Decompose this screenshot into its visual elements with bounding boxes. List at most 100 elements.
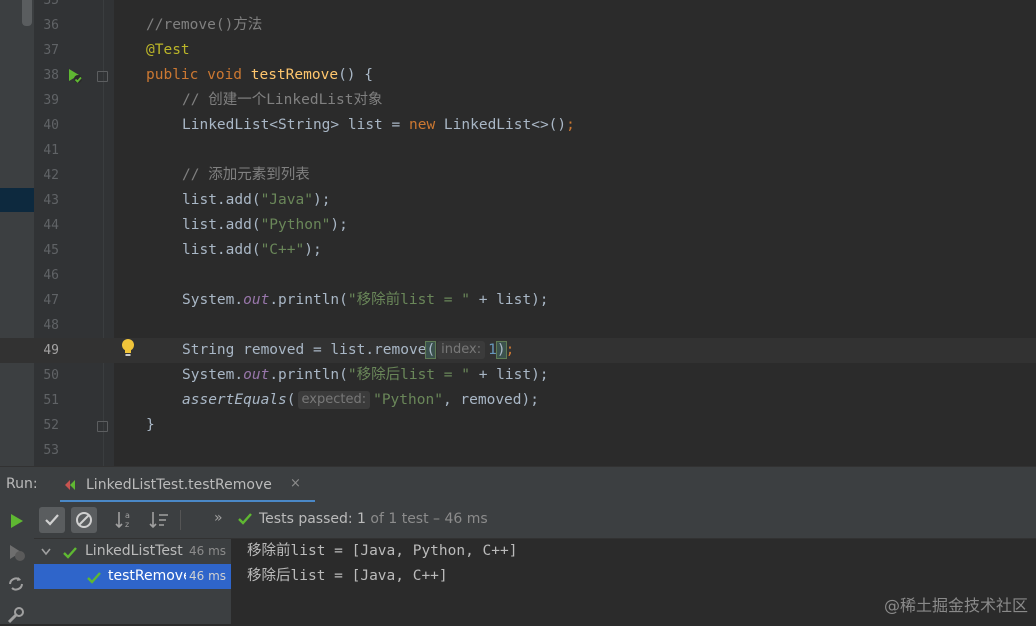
code-line-37: @Test [146, 42, 190, 58]
line-number: 47 [43, 293, 59, 308]
static-field: out [243, 367, 270, 383]
rerun-failed-icon[interactable] [5, 541, 27, 563]
code-text: list.add( [182, 217, 261, 233]
close-icon[interactable]: × [290, 476, 301, 491]
checkmark-icon [45, 514, 59, 526]
code-text: System. [182, 292, 244, 308]
line-number: 45 [43, 243, 59, 258]
line-number: 41 [43, 143, 59, 158]
check-pass-icon [238, 513, 252, 525]
project-panel-strip [0, 0, 34, 466]
code-line-44: list.add("Python"); [182, 213, 348, 238]
code-text: ); [330, 217, 348, 233]
code-text: System. [182, 367, 244, 383]
run-tab-title: LinkedListTest.testRemove [86, 477, 272, 493]
tests-status: Tests passed: 1 of 1 test – 46 ms [259, 511, 488, 527]
code-line-49: String removed = list.remove(index: 1); [182, 338, 514, 363]
code-line-36: //remove()方法 [146, 17, 263, 33]
line-number: 48 [43, 318, 59, 333]
line-number: 42 [43, 168, 59, 183]
tree-row-class[interactable]: LinkedListTest 46 ms [34, 539, 231, 564]
test-tree: LinkedListTest 46 ms testRemove 46 ms [34, 539, 232, 624]
line-number: 51 [43, 393, 59, 408]
line-number-current: 49 [43, 343, 59, 358]
show-passed-toggle[interactable] [39, 507, 65, 533]
lightbulb-icon[interactable] [120, 338, 136, 358]
code-line-52: } [146, 417, 155, 433]
run-label: Run: [6, 476, 38, 492]
string-literal: "Python" [373, 392, 443, 408]
gutter-divider [103, 0, 104, 466]
keyword: new [408, 117, 436, 133]
line-number: 38 [43, 68, 59, 83]
svg-text:z: z [125, 520, 129, 529]
line-number: 50 [43, 368, 59, 383]
code-text: + list); [469, 292, 549, 308]
tests-passed-count: Tests passed: 1 [259, 511, 366, 527]
check-pass-icon [87, 572, 101, 584]
line-number: 39 [43, 93, 59, 108]
code-text: , removed); [442, 392, 539, 408]
code-editor[interactable]: 35 36 37 38 39 40 41 42 43 44 45 46 47 4… [0, 0, 1036, 466]
keyword: public void [146, 67, 251, 83]
code-line-40: LinkedList<String> list = new LinkedList… [182, 113, 575, 138]
code-text: LinkedList<String> list = [182, 117, 409, 133]
code-line-45: list.add("C++"); [182, 238, 322, 263]
code-line-39: // 创建一个LinkedList对象 [182, 92, 383, 108]
run-test-gutter-icon[interactable] [66, 67, 84, 85]
sort-by-duration-icon[interactable] [148, 510, 170, 530]
rerun-icon[interactable] [5, 510, 27, 532]
tests-total-duration: of 1 test – 46 ms [365, 511, 488, 527]
code-text: .println( [269, 292, 348, 308]
line-number: 53 [43, 443, 59, 458]
check-pass-icon [63, 547, 77, 559]
project-scrollbar[interactable] [22, 0, 32, 26]
run-tab[interactable]: LinkedListTest.testRemove × [52, 467, 315, 503]
line-number: 36 [43, 18, 59, 33]
fold-marker-icon[interactable] [97, 421, 108, 432]
toggle-auto-test-icon[interactable] [5, 573, 27, 595]
static-field: out [243, 292, 270, 308]
method-name: testRemove [250, 67, 339, 83]
string-literal: "移除前list = " [347, 292, 470, 308]
chevron-down-icon[interactable] [40, 547, 52, 557]
watermark: @稀土掘金技术社区 [883, 596, 1028, 615]
show-ignored-toggle[interactable] [71, 507, 97, 533]
test-class-icon [65, 480, 75, 490]
code-text: list.add( [182, 192, 261, 208]
run-panel-header: Run: LinkedListTest.testRemove × [0, 466, 1036, 503]
line-number: 46 [43, 268, 59, 283]
wrench-icon[interactable] [5, 604, 27, 626]
line-number: 40 [43, 118, 59, 133]
string-literal: "Java" [260, 192, 313, 208]
code-line-42: // 添加元素到列表 [182, 167, 310, 183]
code-line-47: System.out.println("移除前list = " + list); [182, 288, 549, 313]
code-line-50: System.out.println("移除后list = " + list); [182, 363, 549, 388]
semicolon: ; [505, 342, 515, 358]
code-text: ); [304, 242, 322, 258]
string-literal: "Python" [260, 217, 331, 233]
tree-row-method[interactable]: testRemove 46 ms [34, 564, 231, 589]
code-line-38: public void testRemove() { [146, 63, 373, 88]
line-number: 35 [43, 0, 59, 8]
test-results-toolbar: a z » Tests passed: 1 of 1 test – 46 ms [34, 502, 1036, 539]
ignored-icon [76, 512, 92, 528]
sort-alphabetically-icon[interactable]: a z [114, 510, 136, 530]
code-text: list.add( [182, 242, 261, 258]
code-text: () { [338, 67, 373, 83]
code-text: + list); [469, 367, 549, 383]
toolbar-divider [180, 510, 181, 530]
brace-match: ( [425, 341, 437, 359]
brace-match: ) [495, 341, 507, 359]
parameter-hint: expected: [297, 391, 371, 409]
project-selected-row[interactable] [0, 188, 34, 212]
parameter-hint: index: [437, 341, 486, 359]
string-literal: "移除后list = " [347, 367, 470, 383]
line-number: 52 [43, 418, 59, 433]
tree-item-label: testRemove [108, 568, 186, 584]
code-text: String removed = list.remove [182, 342, 427, 358]
fold-marker-icon[interactable] [97, 71, 108, 82]
more-actions-chevron[interactable]: » [214, 510, 223, 526]
tree-item-duration: 46 ms [189, 544, 227, 558]
svg-text:a: a [125, 511, 130, 520]
